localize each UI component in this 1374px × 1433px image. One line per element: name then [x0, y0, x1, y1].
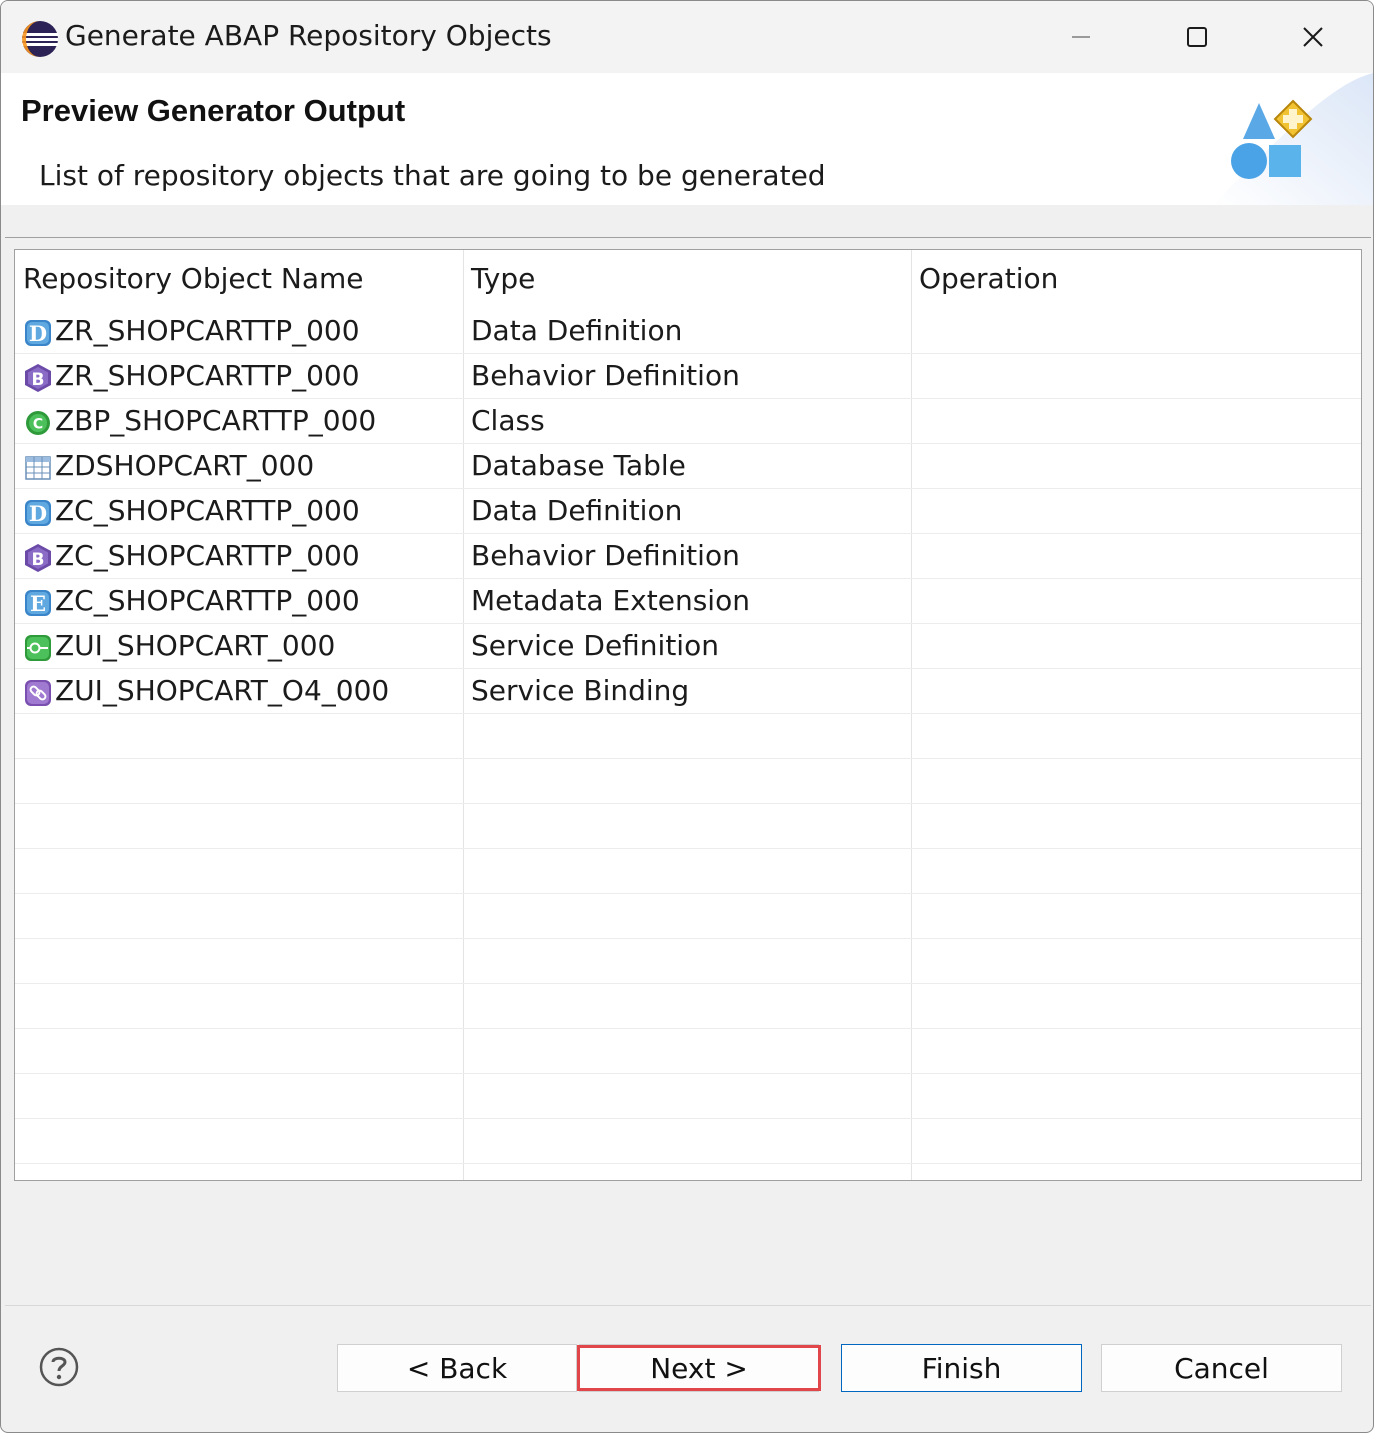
- empty-table-row: [15, 1073, 1361, 1119]
- table-row[interactable]: B ZC_SHOPCARTTP_000 Behavior Definition: [15, 533, 1361, 579]
- object-name: ZBP_SHOPCARTTP_000: [55, 404, 377, 437]
- header-separator: [5, 237, 1371, 238]
- table-row[interactable]: E ZC_SHOPCARTTP_000 Metadata Extension: [15, 578, 1361, 624]
- column-header-type[interactable]: Type: [471, 250, 535, 308]
- svg-text:B: B: [32, 370, 45, 390]
- object-type-cell: Service Binding: [471, 674, 690, 707]
- object-type-cell: Database Table: [471, 449, 686, 482]
- empty-table-row: [15, 1118, 1361, 1164]
- table-row[interactable]: ZDSHOPCART_000 Database Table: [15, 443, 1361, 489]
- data-definition-icon: D: [23, 316, 53, 346]
- object-type-cell: Data Definition: [471, 314, 683, 347]
- object-name: ZUI_SHOPCART_000: [55, 629, 336, 662]
- help-icon[interactable]: [39, 1347, 79, 1387]
- maximize-icon: [1187, 27, 1207, 47]
- class-icon: C: [23, 406, 53, 436]
- object-type-cell: Service Definition: [471, 629, 719, 662]
- svg-text:C: C: [33, 416, 43, 432]
- column-header-name[interactable]: Repository Object Name: [23, 250, 363, 308]
- object-name: ZC_SHOPCARTTP_000: [55, 584, 360, 617]
- metadata-extension-icon: E: [23, 586, 53, 616]
- object-name: ZR_SHOPCARTTP_000: [55, 359, 360, 392]
- footer-separator: [5, 1305, 1371, 1306]
- empty-table-row: [15, 758, 1361, 804]
- object-name: ZUI_SHOPCART_O4_000: [55, 674, 390, 707]
- page-description: List of repository objects that are goin…: [39, 159, 826, 192]
- minimize-icon: [1072, 36, 1090, 38]
- svg-text:E: E: [30, 591, 46, 616]
- object-name: ZR_SHOPCARTTP_000: [55, 314, 360, 347]
- wizard-window: Generate ABAP Repository Objects Preview…: [0, 0, 1374, 1433]
- behavior-definition-icon: B: [23, 361, 53, 392]
- object-name-cell: E ZC_SHOPCARTTP_000: [23, 578, 360, 623]
- service-binding-icon: [23, 676, 53, 706]
- svg-text:B: B: [32, 550, 45, 570]
- empty-table-row: [15, 983, 1361, 1029]
- object-name-cell: D ZC_SHOPCARTTP_000: [23, 488, 360, 533]
- page-title: Preview Generator Output: [21, 93, 406, 128]
- database-table-icon: [23, 451, 53, 481]
- close-icon: [1303, 27, 1323, 47]
- next-button[interactable]: Next >: [579, 1344, 819, 1392]
- maximize-button[interactable]: [1139, 1, 1255, 73]
- wizard-header: Preview Generator Output List of reposit…: [1, 73, 1373, 205]
- table-row[interactable]: D ZR_SHOPCARTTP_000 Data Definition: [15, 308, 1361, 354]
- table-row[interactable]: C ZBP_SHOPCARTTP_000 Class: [15, 398, 1361, 444]
- table-row[interactable]: D ZC_SHOPCARTTP_000 Data Definition: [15, 488, 1361, 534]
- service-definition-icon: [23, 631, 53, 661]
- minimize-button[interactable]: [1023, 1, 1139, 73]
- object-name: ZDSHOPCART_000: [55, 449, 315, 482]
- empty-table-row: [15, 1163, 1361, 1180]
- empty-table-row: [15, 893, 1361, 939]
- svg-text:D: D: [29, 501, 47, 526]
- title-bar: Generate ABAP Repository Objects: [1, 1, 1373, 73]
- object-type-cell: Metadata Extension: [471, 584, 750, 617]
- empty-table-row: [15, 713, 1361, 759]
- object-name-cell: B ZR_SHOPCARTTP_000: [23, 353, 360, 398]
- object-name-cell: B ZC_SHOPCARTTP_000: [23, 533, 360, 578]
- object-name: ZC_SHOPCARTTP_000: [55, 539, 360, 572]
- svg-text:D: D: [29, 321, 47, 346]
- window-title: Generate ABAP Repository Objects: [65, 19, 552, 52]
- back-button[interactable]: < Back: [337, 1344, 577, 1392]
- object-name-cell: D ZR_SHOPCARTTP_000: [23, 308, 360, 353]
- close-button[interactable]: [1255, 1, 1371, 73]
- object-name-cell: C ZBP_SHOPCARTTP_000: [23, 398, 376, 443]
- data-definition-icon: D: [23, 496, 53, 526]
- object-name-cell: ZUI_SHOPCART_O4_000: [23, 668, 389, 713]
- repository-objects-table[interactable]: Repository Object Name Type Operation DZ…: [14, 249, 1362, 1181]
- empty-table-row: [15, 938, 1361, 984]
- empty-table-row: [15, 803, 1361, 849]
- object-name-cell: ZUI_SHOPCART_000: [23, 623, 335, 668]
- table-row[interactable]: ZUI_SHOPCART_000 Service Definition: [15, 623, 1361, 669]
- object-type-cell: Behavior Definition: [471, 539, 740, 572]
- object-type-cell: Class: [471, 404, 545, 437]
- empty-table-row: [15, 1028, 1361, 1074]
- empty-table-row: [15, 848, 1361, 894]
- object-type-cell: Data Definition: [471, 494, 683, 527]
- wizard-banner-icon: [1213, 73, 1373, 205]
- table-row[interactable]: B ZR_SHOPCARTTP_000 Behavior Definition: [15, 353, 1361, 399]
- object-name: ZC_SHOPCARTTP_000: [55, 494, 360, 527]
- behavior-definition-icon: B: [23, 541, 53, 572]
- object-name-cell: ZDSHOPCART_000: [23, 443, 314, 488]
- column-header-operation[interactable]: Operation: [919, 250, 1058, 308]
- cancel-button[interactable]: Cancel: [1101, 1344, 1342, 1392]
- table-row[interactable]: ZUI_SHOPCART_O4_000 Service Binding: [15, 668, 1361, 714]
- finish-button[interactable]: Finish: [841, 1344, 1082, 1392]
- object-type-cell: Behavior Definition: [471, 359, 740, 392]
- eclipse-icon: [22, 21, 58, 57]
